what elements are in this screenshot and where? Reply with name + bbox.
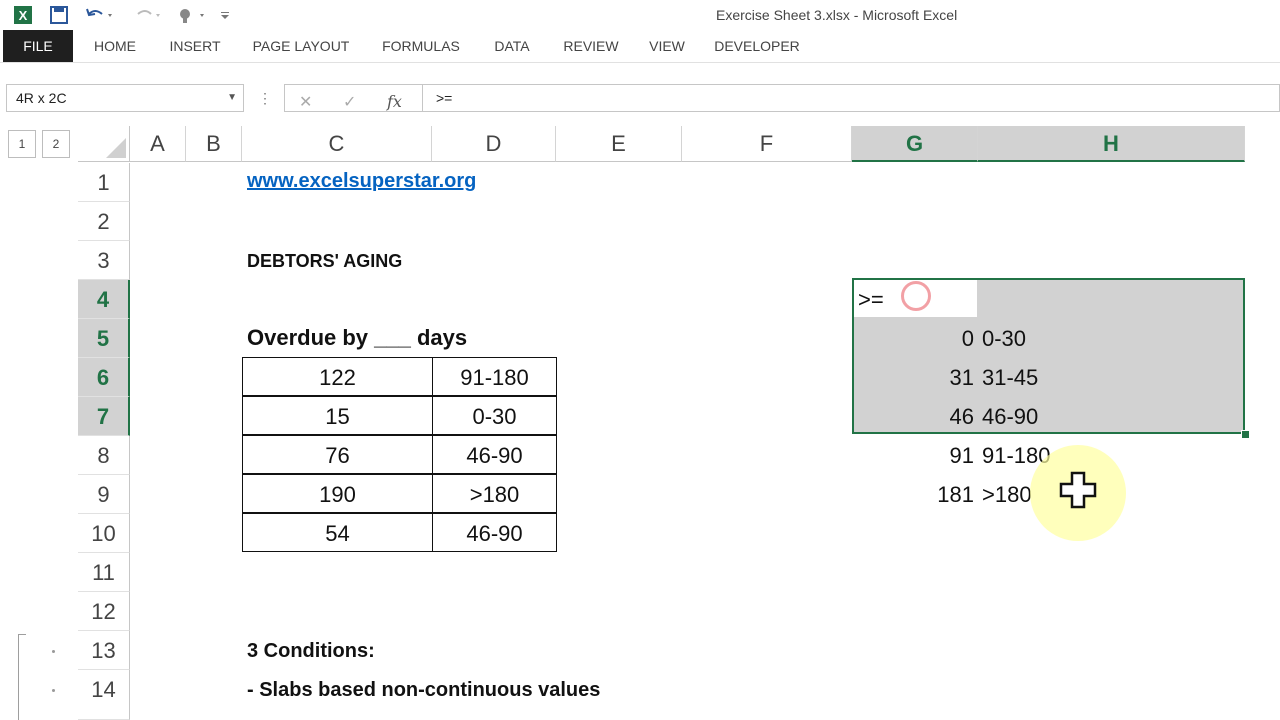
row-header-9[interactable]: 9: [78, 475, 130, 514]
row-header-13[interactable]: 13: [78, 631, 130, 670]
lookup-slab[interactable]: 0-30: [982, 326, 1026, 352]
condition-item: - Slabs based non-continuous values: [247, 679, 601, 701]
formula-bar-buttons: ✕ ✓ fx: [284, 84, 422, 112]
row-header-14[interactable]: 14: [78, 670, 130, 720]
row-header-2[interactable]: 2: [78, 202, 130, 241]
tab-view[interactable]: VIEW: [642, 30, 692, 62]
outline-group-cap: [18, 634, 26, 635]
title-bar: X Exercise Sheet 3.xlsx - Microsoft Exce…: [0, 0, 1280, 30]
row-header-6[interactable]: 6: [78, 358, 130, 397]
insert-function-icon[interactable]: fx: [387, 92, 402, 111]
lookup-slab[interactable]: >180: [982, 482, 1032, 508]
row-header-3[interactable]: 3: [78, 241, 130, 280]
outline-dot: [52, 650, 55, 653]
column-header-a[interactable]: A: [130, 126, 186, 162]
tab-insert[interactable]: INSERT: [162, 30, 228, 62]
lookup-header[interactable]: >=: [858, 287, 884, 313]
tab-home[interactable]: HOME: [82, 30, 148, 62]
tab-file[interactable]: FILE: [3, 30, 73, 62]
chevron-down-icon[interactable]: ▼: [227, 85, 237, 111]
select-all-button[interactable]: [78, 126, 130, 162]
row-header-12[interactable]: 12: [78, 592, 130, 631]
table-cell-slab[interactable]: 91-180: [432, 357, 557, 396]
column-header-b[interactable]: B: [186, 126, 242, 162]
click-indicator-icon: [901, 281, 931, 311]
tab-page-layout[interactable]: PAGE LAYOUT: [244, 30, 358, 62]
formula-input[interactable]: >=: [422, 84, 1280, 112]
column-header-f[interactable]: F: [682, 126, 852, 162]
row-header-4[interactable]: 4: [78, 280, 130, 319]
name-box-value: 4R x 2C: [16, 90, 67, 106]
tab-formulas[interactable]: FORMULAS: [374, 30, 468, 62]
lookup-from[interactable]: 0: [856, 326, 974, 352]
table-cell-slab[interactable]: 46-90: [432, 435, 557, 474]
row-header-5[interactable]: 5: [78, 319, 130, 358]
tab-developer[interactable]: DEVELOPER: [708, 30, 806, 62]
table-cell-slab[interactable]: >180: [432, 474, 557, 513]
table-cell-days[interactable]: 122: [242, 357, 433, 396]
table-cell-slab[interactable]: 0-30: [432, 396, 557, 435]
row-header-8[interactable]: 8: [78, 436, 130, 475]
column-header-g[interactable]: G: [852, 126, 978, 162]
enter-check-icon[interactable]: ✓: [343, 92, 356, 112]
cancel-icon[interactable]: ✕: [299, 92, 312, 112]
formula-bar: 4R x 2C ▼ ⋮ ✕ ✓ fx >=: [0, 80, 1280, 116]
table-cell-slab[interactable]: 46-90: [432, 513, 557, 552]
lookup-slab[interactable]: 46-90: [982, 404, 1038, 430]
name-box[interactable]: 4R x 2C ▼: [6, 84, 244, 112]
table-cell-days[interactable]: 15: [242, 396, 433, 435]
lookup-slab[interactable]: 31-45: [982, 365, 1038, 391]
lookup-from[interactable]: 31: [856, 365, 974, 391]
row-header-11[interactable]: 11: [78, 553, 130, 592]
row-header-1[interactable]: 1: [78, 163, 130, 202]
table-title: Overdue by ___ days: [247, 325, 468, 350]
row-header-10[interactable]: 10: [78, 514, 130, 553]
row-header-7[interactable]: 7: [78, 397, 130, 436]
window-title: Exercise Sheet 3.xlsx - Microsoft Excel: [716, 7, 958, 23]
outline-dot: [52, 689, 55, 692]
ribbon-tabs: FILE HOME INSERT PAGE LAYOUT FORMULAS DA…: [0, 30, 1280, 63]
outline-group-bracket[interactable]: [18, 634, 19, 720]
outline-level-1-button[interactable]: 1: [8, 130, 36, 158]
column-header-e[interactable]: E: [556, 126, 682, 162]
table-cell-days[interactable]: 190: [242, 474, 433, 513]
lookup-from[interactable]: 46: [856, 404, 974, 430]
table-cell-days[interactable]: 76: [242, 435, 433, 474]
website-link[interactable]: www.excelsuperstar.org: [247, 170, 476, 193]
cell-cursor-icon: [1058, 470, 1098, 510]
outline-level-2-button[interactable]: 2: [42, 130, 70, 158]
formula-bar-grip-icon[interactable]: ⋮: [258, 90, 272, 107]
fill-handle[interactable]: [1241, 430, 1250, 439]
column-header-h[interactable]: H: [978, 126, 1245, 162]
sheet-heading: DEBTORS' AGING: [247, 251, 403, 271]
lookup-from[interactable]: 181: [856, 482, 974, 508]
lookup-from[interactable]: 91: [856, 443, 974, 469]
tab-data[interactable]: DATA: [484, 30, 540, 62]
column-header-c[interactable]: C: [242, 126, 432, 162]
conditions-title: 3 Conditions:: [247, 640, 375, 662]
tab-review[interactable]: REVIEW: [556, 30, 626, 62]
table-cell-days[interactable]: 54: [242, 513, 433, 552]
column-header-d[interactable]: D: [432, 126, 556, 162]
